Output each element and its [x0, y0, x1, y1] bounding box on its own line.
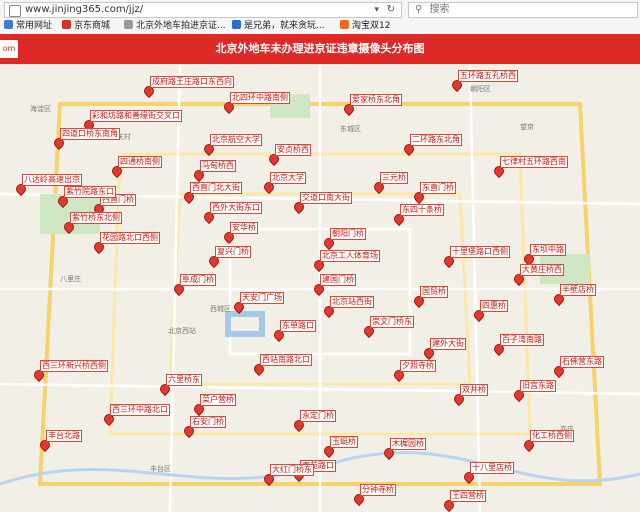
camera-label[interactable]: 西三环新兴桥西侧 [40, 360, 108, 372]
bookmark-item[interactable]: 京东商城 [62, 18, 110, 34]
browser-chrome: www.jinjing365.com/jjz/ ▾ ↻ ⚲ 搜索 常用网址 京东… [0, 0, 640, 35]
camera-label[interactable]: 丰台北路 [46, 430, 82, 442]
camera-label[interactable]: 东四十条桥 [400, 204, 444, 216]
search-input[interactable]: ⚲ 搜索 [408, 2, 638, 18]
camera-label[interactable]: 崇文门桥东 [370, 316, 414, 328]
place-label: 海淀区 [30, 105, 51, 113]
camera-label[interactable]: 西站南路北口 [260, 354, 312, 366]
camera-label[interactable]: 王四营桥 [450, 490, 486, 502]
place-label: 西城区 [210, 305, 231, 313]
place-label: 东城区 [340, 125, 361, 133]
url-text: www.jinjing365.com/jjz/ [25, 4, 144, 15]
camera-label[interactable]: 建国门桥 [320, 274, 356, 286]
camera-label[interactable]: 东坝中路 [530, 244, 566, 256]
camera-label[interactable]: 百子湾南路 [500, 334, 544, 346]
page-title: 北京外地车未办理进京证违章摄像头分布图 [215, 42, 425, 55]
camera-label[interactable]: 国贸桥 [420, 286, 448, 298]
place-label: 八里庄 [60, 275, 81, 283]
camera-label[interactable]: 十里堡路口西侧 [450, 246, 510, 258]
camera-map[interactable]: 中关村 八里庄 北京西站 丰台区 朝阳区 海淀区 东城区 西城区 亦庄 望京 成府路王庄路口东西向… [0, 64, 640, 512]
bookmark-item[interactable]: 淘宝双12 [340, 18, 390, 34]
bookmark-icon [232, 20, 241, 29]
camera-label[interactable]: 七律村五环路西南 [500, 156, 568, 168]
camera-label[interactable]: 分钟寺桥 [360, 484, 396, 496]
page-header: om 北京外地车未办理进京证违章摄像头分布图 [0, 34, 640, 64]
bookmark-icon [124, 20, 133, 29]
camera-label[interactable]: 西三环中路北口 [110, 404, 170, 416]
search-icon: ⚲ [415, 4, 423, 15]
camera-label[interactable]: 天安门广场 [240, 292, 284, 304]
camera-label[interactable]: 五环路五孔桥西 [458, 70, 518, 82]
camera-label[interactable]: 花园路北口西侧 [100, 232, 160, 244]
camera-label[interactable]: 阜成门桥 [180, 274, 216, 286]
place-label: 朝阳区 [470, 85, 491, 93]
camera-label[interactable]: 安华桥 [230, 222, 258, 234]
camera-label[interactable]: 北京大学 [270, 172, 306, 184]
camera-label[interactable]: 北京工人体育场 [320, 250, 380, 262]
bookmark-item[interactable]: 是兄弟，就来贪玩... [232, 18, 325, 34]
camera-label[interactable]: 马甸桥西 [200, 160, 236, 172]
camera-label[interactable]: 东单路口 [280, 320, 316, 332]
camera-label[interactable]: 三元桥 [380, 172, 408, 184]
camera-label[interactable]: 菜户营桥 [200, 394, 236, 406]
bookmark-item[interactable]: 常用网址 [4, 18, 52, 34]
place-label: 丰台区 [150, 465, 171, 473]
camera-label[interactable]: 永定门桥 [300, 410, 336, 422]
camera-label[interactable]: 右安门桥 [190, 416, 226, 428]
bookmark-item[interactable]: 北京外地车拍进京证... [124, 18, 226, 34]
camera-label[interactable]: 玉蜓桥 [330, 436, 358, 448]
camera-label[interactable]: 八达岭高速出京 [22, 174, 82, 186]
camera-label[interactable]: 六里桥东 [166, 374, 202, 386]
camera-label[interactable]: 旧宫东路 [520, 380, 556, 392]
reload-icon[interactable]: ↻ [387, 3, 395, 17]
camera-label[interactable]: 交道口南大街 [300, 192, 352, 204]
camera-label[interactable]: 石佛营东路 [560, 356, 604, 368]
camera-label[interactable]: 彩和坊路和善缘街交叉口 [90, 110, 182, 122]
camera-label[interactable]: 北京航空大学 [210, 134, 262, 146]
camera-label[interactable]: 建外大街 [430, 338, 466, 350]
page-icon [9, 5, 21, 17]
place-label: 望京 [520, 123, 534, 131]
camera-label[interactable]: 西直门北大街 [190, 182, 242, 194]
search-placeholder: 搜索 [429, 4, 450, 15]
camera-label[interactable]: 四道口桥东南角 [60, 128, 120, 140]
camera-label[interactable]: 大黄庄桥西 [520, 264, 564, 276]
bookmarks-bar: 常用网址 京东商城 北京外地车拍进京证... 是兄弟，就来贪玩... 淘宝双12 [0, 18, 640, 34]
bookmark-icon [340, 20, 349, 29]
camera-label[interactable]: 四通桥南侧 [118, 156, 162, 168]
camera-label[interactable]: 四惠桥 [480, 300, 508, 312]
camera-label[interactable]: 北四环中路南侧 [230, 92, 290, 104]
camera-label[interactable]: 双井桥 [460, 384, 488, 396]
chevron-down-icon[interactable]: ▾ [374, 3, 379, 17]
camera-label[interactable]: 西外大街东口 [210, 202, 262, 214]
address-row: www.jinjing365.com/jjz/ ▾ ↻ ⚲ 搜索 [0, 0, 640, 18]
camera-label[interactable]: 安贞桥西 [275, 144, 311, 156]
place-label: 北京西站 [168, 327, 196, 335]
camera-label[interactable]: 紫竹院路东口 [64, 186, 116, 198]
camera-label[interactable]: 夕照寺桥 [400, 360, 436, 372]
camera-label[interactable]: 紫竹桥东北侧 [70, 212, 122, 224]
camera-label[interactable]: 木樨园桥 [390, 438, 426, 450]
camera-label[interactable]: 复兴门桥 [215, 246, 251, 258]
camera-label[interactable]: 化工桥西侧 [530, 430, 574, 442]
camera-label[interactable]: 十八里店桥 [470, 462, 514, 474]
camera-label[interactable]: 二环路东北角 [410, 134, 462, 146]
camera-label[interactable]: 成府路王庄路口东西向 [150, 76, 234, 88]
address-bar[interactable]: www.jinjing365.com/jjz/ ▾ ↻ [4, 2, 402, 18]
camera-label[interactable]: 北京站西街 [330, 296, 374, 308]
camera-label[interactable]: 爱家桥东北角 [350, 94, 402, 106]
camera-label[interactable]: 大红门桥东 [270, 464, 314, 476]
bookmark-icon [4, 20, 13, 29]
bookmark-icon [62, 20, 71, 29]
camera-label[interactable]: 朝阳门桥 [330, 228, 366, 240]
camera-label[interactable]: 半壁店桥 [560, 284, 596, 296]
camera-label[interactable]: 东直门桥 [420, 182, 456, 194]
